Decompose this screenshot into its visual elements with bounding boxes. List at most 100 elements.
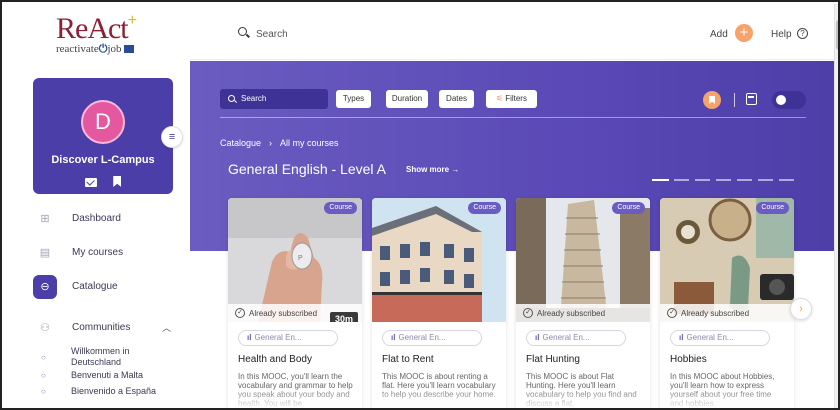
chevron-up-icon[interactable]: ︿ <box>162 321 171 334</box>
carousel-dot[interactable] <box>758 179 773 181</box>
bookmark-filter-button[interactable] <box>703 91 721 109</box>
carousel-dot[interactable] <box>652 179 669 181</box>
book-icon: ▤ <box>39 247 51 259</box>
help-label[interactable]: Help <box>771 29 792 40</box>
course-title[interactable]: Flat to Rent <box>382 354 434 365</box>
breadcrumb-catalogue[interactable]: Catalogue <box>220 138 261 148</box>
level-label: General En... <box>254 333 302 342</box>
community-label: Willkommen in Deutschland <box>71 346 130 367</box>
course-title[interactable]: Health and Body <box>238 354 312 365</box>
logo-plus: + <box>127 12 137 29</box>
fade-overlay <box>660 388 794 408</box>
menu-toggle-button[interactable]: ≡ <box>161 126 183 148</box>
breadcrumb-all-courses[interactable]: All my courses <box>280 138 339 148</box>
add-label[interactable]: Add <box>710 29 728 40</box>
filter-duration-button[interactable]: Duration <box>386 90 428 108</box>
catalogue-search-placeholder: Search <box>241 94 267 103</box>
divider <box>220 117 806 118</box>
react-logo[interactable]: ReAct+ reactivate⏻job <box>54 12 154 60</box>
sidebar-item-dashboard[interactable]: ⊞ Dashboard <box>4 204 190 234</box>
catalogue-search-input[interactable]: Search <box>220 89 328 109</box>
level-label: General En... <box>542 333 590 342</box>
filter-more-button[interactable]: ⚟ Filters <box>486 90 537 108</box>
check-circle-icon: ✓ <box>235 308 245 318</box>
carousel-dot[interactable] <box>779 179 794 181</box>
carousel-dot[interactable] <box>737 179 752 181</box>
course-badge: Course <box>612 202 645 214</box>
sidebar-item-catalogue[interactable]: ⊖ Catalogue <box>4 272 190 302</box>
level-bars-icon: ıl <box>247 333 252 342</box>
calendar-icon[interactable] <box>746 93 757 105</box>
profile-actions <box>33 174 173 192</box>
search-icon[interactable] <box>238 27 247 36</box>
logo-bar <box>123 45 134 54</box>
course-card[interactable]: P Course ✓ Already subscribed 30m ıl Gene… <box>228 198 362 408</box>
subscribed-indicator: ✓ Already subscribed <box>660 304 794 322</box>
bookmark-icon[interactable] <box>113 176 122 187</box>
course-card[interactable]: Course ıl General En... Flat to Rent This… <box>372 198 506 408</box>
course-image-health: P Course ✓ Already subscribed 30m <box>228 198 362 322</box>
sidebar: ReAct+ reactivate⏻job D Discover L-Campu… <box>4 4 190 408</box>
community-label: Benvenuti a Malta <box>71 370 144 380</box>
course-badge: Course <box>324 202 357 214</box>
chevron-right-icon: › <box>799 303 803 315</box>
carousel-dot[interactable] <box>695 179 710 181</box>
profile-name: Discover L-Campus <box>51 154 155 166</box>
level-bars-icon: ıl <box>391 333 396 342</box>
fade-overlay <box>228 388 362 408</box>
level-label: General En... <box>686 333 734 342</box>
mail-icon[interactable] <box>84 178 97 187</box>
filter-dates-button[interactable]: Dates <box>439 90 474 108</box>
logo-text: ReAct <box>56 12 129 45</box>
section-title: General English - Level A <box>228 161 386 177</box>
level-bars-icon: ıl <box>679 333 684 342</box>
course-title[interactable]: Flat Hunting <box>526 354 580 365</box>
bullet-icon: ○ <box>41 371 46 380</box>
scroll-thumb[interactable] <box>836 20 838 50</box>
show-more-link[interactable]: Show more → <box>406 165 459 174</box>
fade-overlay <box>516 388 650 408</box>
menu-icon: ≡ <box>168 131 176 143</box>
carousel-next-button[interactable]: › <box>790 298 812 320</box>
top-bar: Search Add + Help ? <box>190 4 834 60</box>
community-label: Bienvenido a España <box>71 386 157 396</box>
scrollbar[interactable] <box>834 4 838 408</box>
people-icon: ⚇ <box>40 322 50 334</box>
catalogue-icon: ⊖ <box>33 275 57 299</box>
view-toggle[interactable] <box>772 91 806 109</box>
breadcrumb: Catalogue › All my courses <box>220 138 339 148</box>
grid-icon: ⊞ <box>40 213 50 225</box>
bullet-icon: ○ <box>41 387 46 396</box>
subscribed-indicator: ✓ Already subscribed <box>516 304 650 322</box>
duration-badge: 30m <box>329 312 358 322</box>
breadcrumb-separator: › <box>269 138 273 148</box>
course-image-flat-hunting: Course ✓ Already subscribed <box>516 198 650 322</box>
level-label: General En... <box>398 333 446 342</box>
avatar[interactable]: D <box>81 100 125 144</box>
carousel-dot[interactable] <box>716 179 731 181</box>
course-card[interactable]: Course ✓ Already subscribed ıl General En… <box>660 198 794 408</box>
filter-types-button[interactable]: Types <box>336 90 371 108</box>
course-badge: Course <box>756 202 789 214</box>
subscribed-label: Already subscribed <box>249 309 318 318</box>
profile-card: D Discover L-Campus <box>33 78 173 194</box>
check-circle-icon: ✓ <box>523 308 533 318</box>
help-icon[interactable]: ? <box>797 28 808 39</box>
add-button[interactable]: + <box>735 24 753 42</box>
subscribed-label: Already subscribed <box>537 309 606 318</box>
search-icon <box>228 95 235 102</box>
sidebar-item-label: Communities <box>72 322 131 333</box>
sliders-icon: ⚟ <box>496 94 504 103</box>
global-search-input[interactable]: Search <box>256 29 288 40</box>
bullet-icon: ○ <box>41 353 46 362</box>
level-tag: ıl General En... <box>526 330 626 346</box>
fade-overlay <box>372 388 506 408</box>
course-title[interactable]: Hobbies <box>670 354 707 365</box>
sidebar-item-my-courses[interactable]: ▤ My courses <box>4 238 190 268</box>
course-card[interactable]: Course ✓ Already subscribed ıl General En… <box>516 198 650 408</box>
level-tag: ıl General En... <box>382 330 482 346</box>
level-tag: ıl General En... <box>670 330 770 346</box>
sidebar-item-communities[interactable]: ⚇ Communities ︿ <box>4 313 190 343</box>
svg-text:P: P <box>298 255 303 262</box>
carousel-dot[interactable] <box>674 179 689 181</box>
